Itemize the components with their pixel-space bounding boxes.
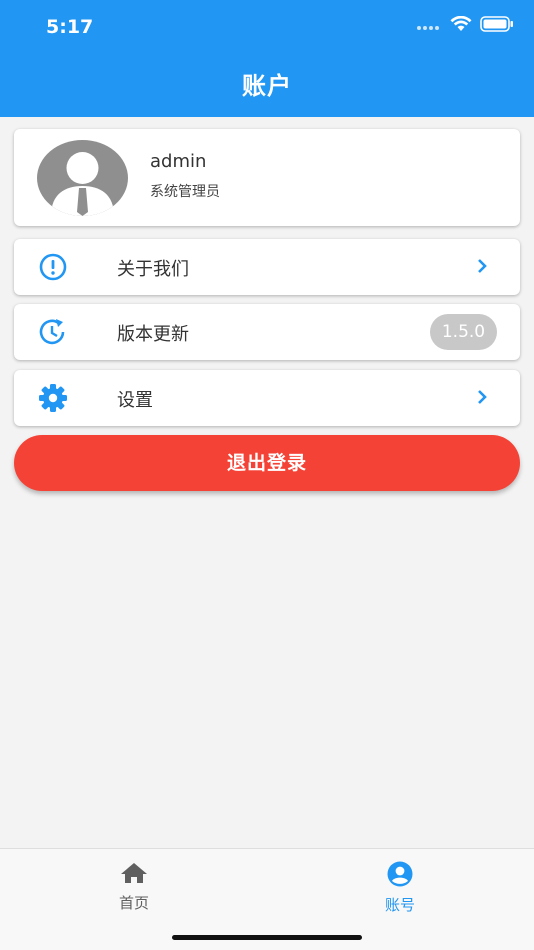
- profile-role: 系统管理员: [150, 184, 220, 200]
- tab-home[interactable]: 首页: [74, 861, 194, 913]
- page-title: 账户: [242, 72, 292, 100]
- home-indicator: [172, 935, 362, 940]
- tab-label: 首页: [118, 894, 149, 912]
- menu-item-about[interactable]: 关于我们: [14, 239, 520, 295]
- tab-account[interactable]: 账号: [340, 861, 460, 915]
- status-icons: [416, 15, 514, 36]
- wifi-icon: [450, 15, 472, 36]
- chevron-right-icon: [476, 389, 488, 409]
- home-icon: [119, 863, 149, 889]
- menu-item-update[interactable]: 版本更新 1.5.0: [14, 304, 520, 360]
- signal-icon: [416, 17, 442, 36]
- logout-button[interactable]: 退出登录: [14, 435, 520, 491]
- battery-icon: [480, 16, 514, 36]
- info-icon: [38, 253, 68, 281]
- chevron-right-icon: [476, 258, 488, 278]
- version-badge: 1.5.0: [430, 314, 497, 350]
- gear-icon: [38, 384, 68, 412]
- avatar: [37, 140, 128, 216]
- status-time: 5:17: [46, 16, 94, 38]
- update-icon: [38, 318, 68, 346]
- menu-item-settings[interactable]: 设置: [14, 370, 520, 426]
- app-bar: 5:17 账户: [0, 0, 534, 117]
- account-circle-icon: [385, 861, 415, 891]
- tab-label: 账号: [384, 896, 415, 914]
- menu-item-label: 设置: [117, 390, 153, 411]
- profile-username: admin: [150, 151, 207, 172]
- menu-item-label: 版本更新: [117, 324, 189, 345]
- menu-item-label: 关于我们: [117, 259, 189, 280]
- profile-card[interactable]: admin 系统管理员: [14, 129, 520, 226]
